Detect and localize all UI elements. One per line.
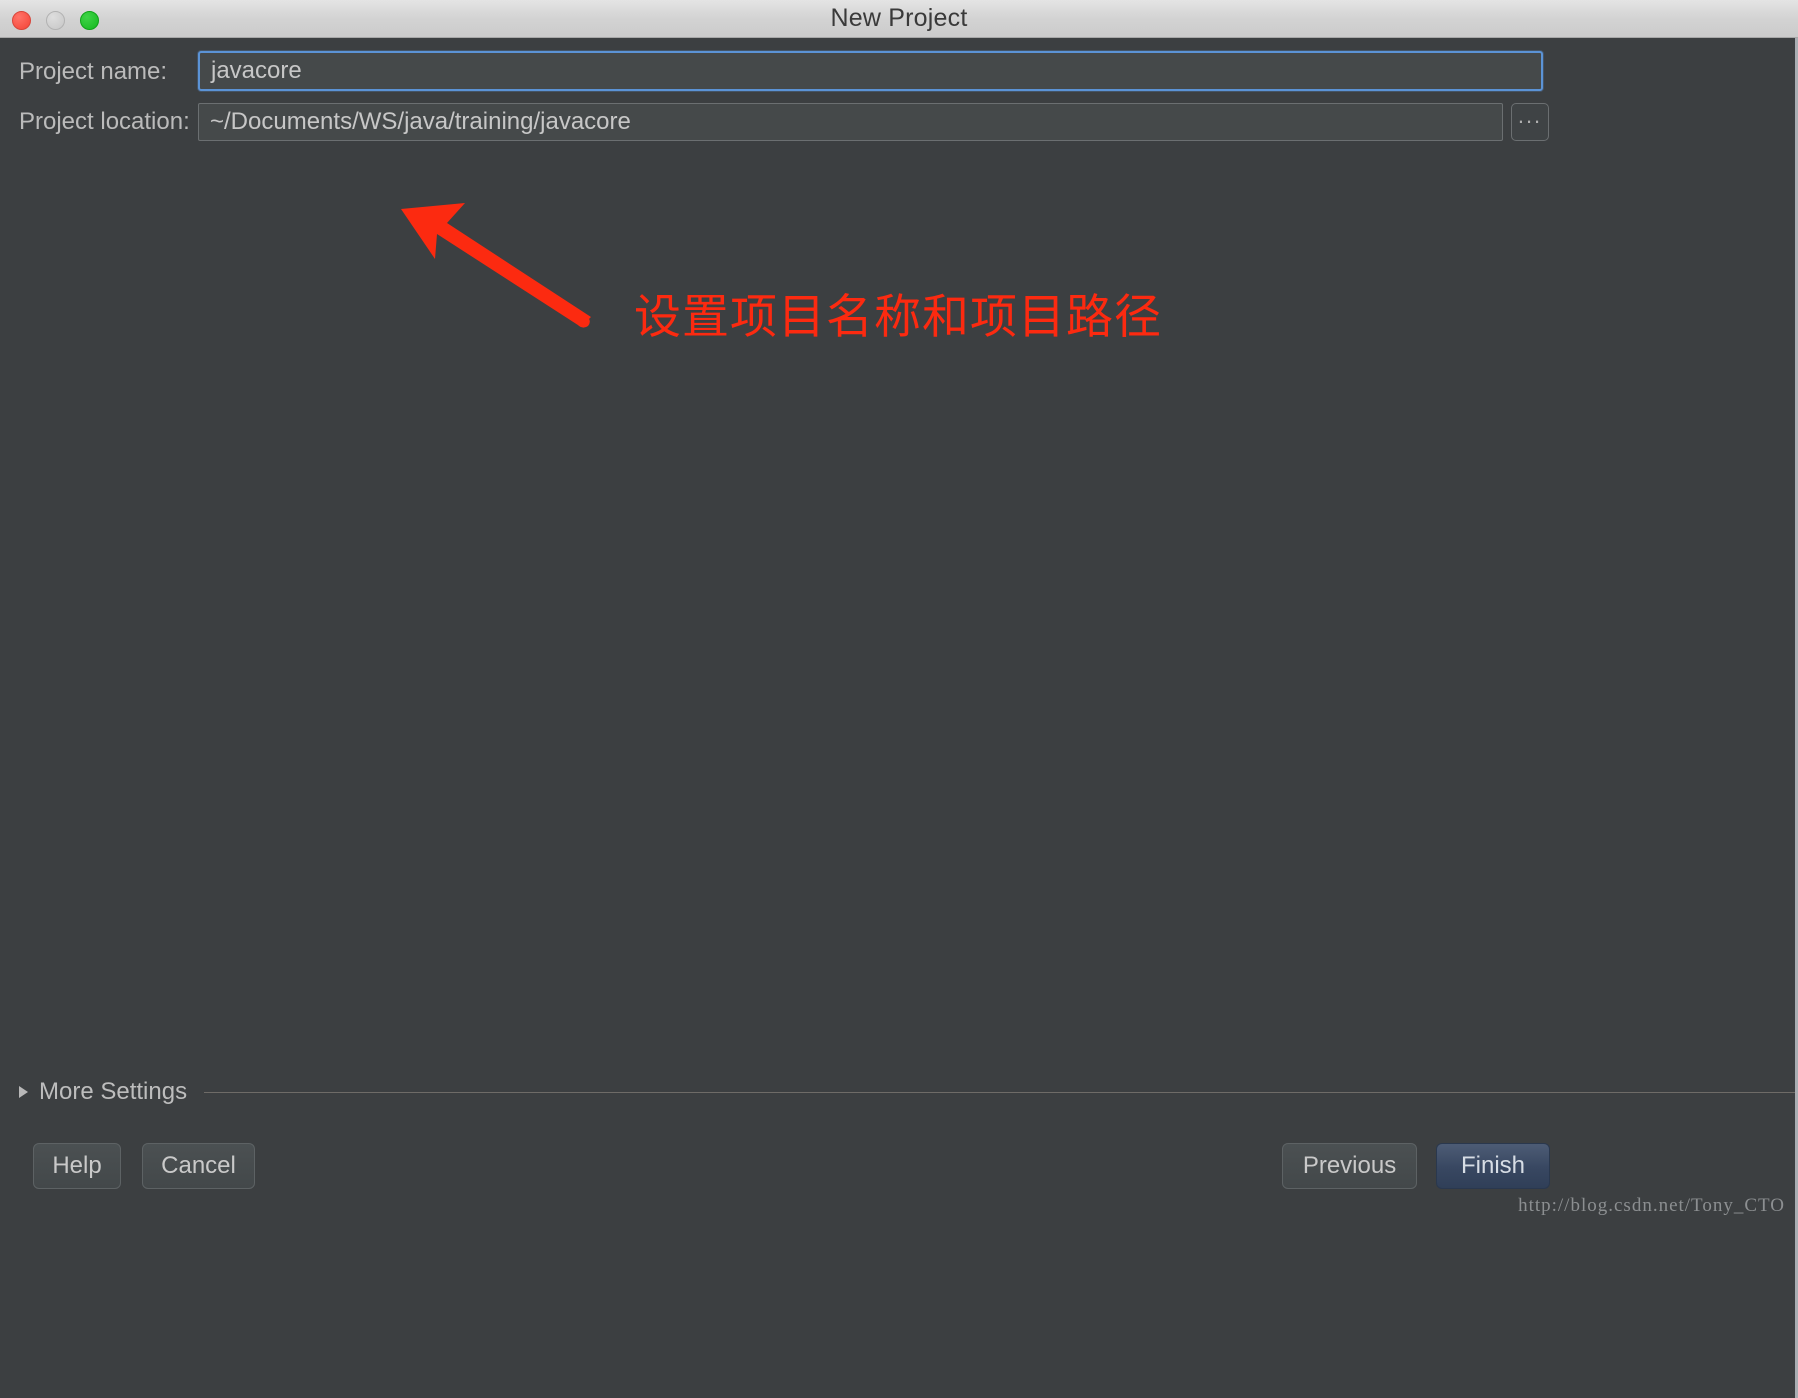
annotation-arrow-icon: [401, 203, 591, 328]
section-divider: [204, 1091, 1795, 1093]
new-project-dialog: New Project Project name: javacore Proje…: [0, 0, 1798, 1398]
cancel-button[interactable]: Cancel: [142, 1143, 255, 1189]
project-location-label: Project location:: [19, 108, 190, 135]
window-titlebar: New Project: [0, 0, 1798, 38]
finish-button[interactable]: Finish: [1436, 1143, 1550, 1189]
chevron-right-icon[interactable]: [19, 1086, 28, 1098]
help-button[interactable]: Help: [33, 1143, 121, 1189]
watermark-text: http://blog.csdn.net/Tony_CTO: [1518, 1195, 1785, 1216]
annotation-text: 设置项目名称和项目路径: [634, 290, 1162, 345]
browse-folder-button[interactable]: ...: [1511, 103, 1549, 141]
project-location-input[interactable]: ~/Documents/WS/java/training/javacore: [198, 103, 1503, 141]
project-name-label: Project name:: [19, 58, 168, 85]
more-settings-label[interactable]: More Settings: [39, 1078, 187, 1106]
project-name-input[interactable]: javacore: [198, 51, 1543, 91]
more-settings-section[interactable]: More Settings: [0, 1075, 1795, 1109]
previous-button[interactable]: Previous: [1282, 1143, 1417, 1189]
dialog-body: Project name: javacore Project location:…: [0, 38, 1798, 1398]
window-title: New Project: [830, 4, 968, 32]
